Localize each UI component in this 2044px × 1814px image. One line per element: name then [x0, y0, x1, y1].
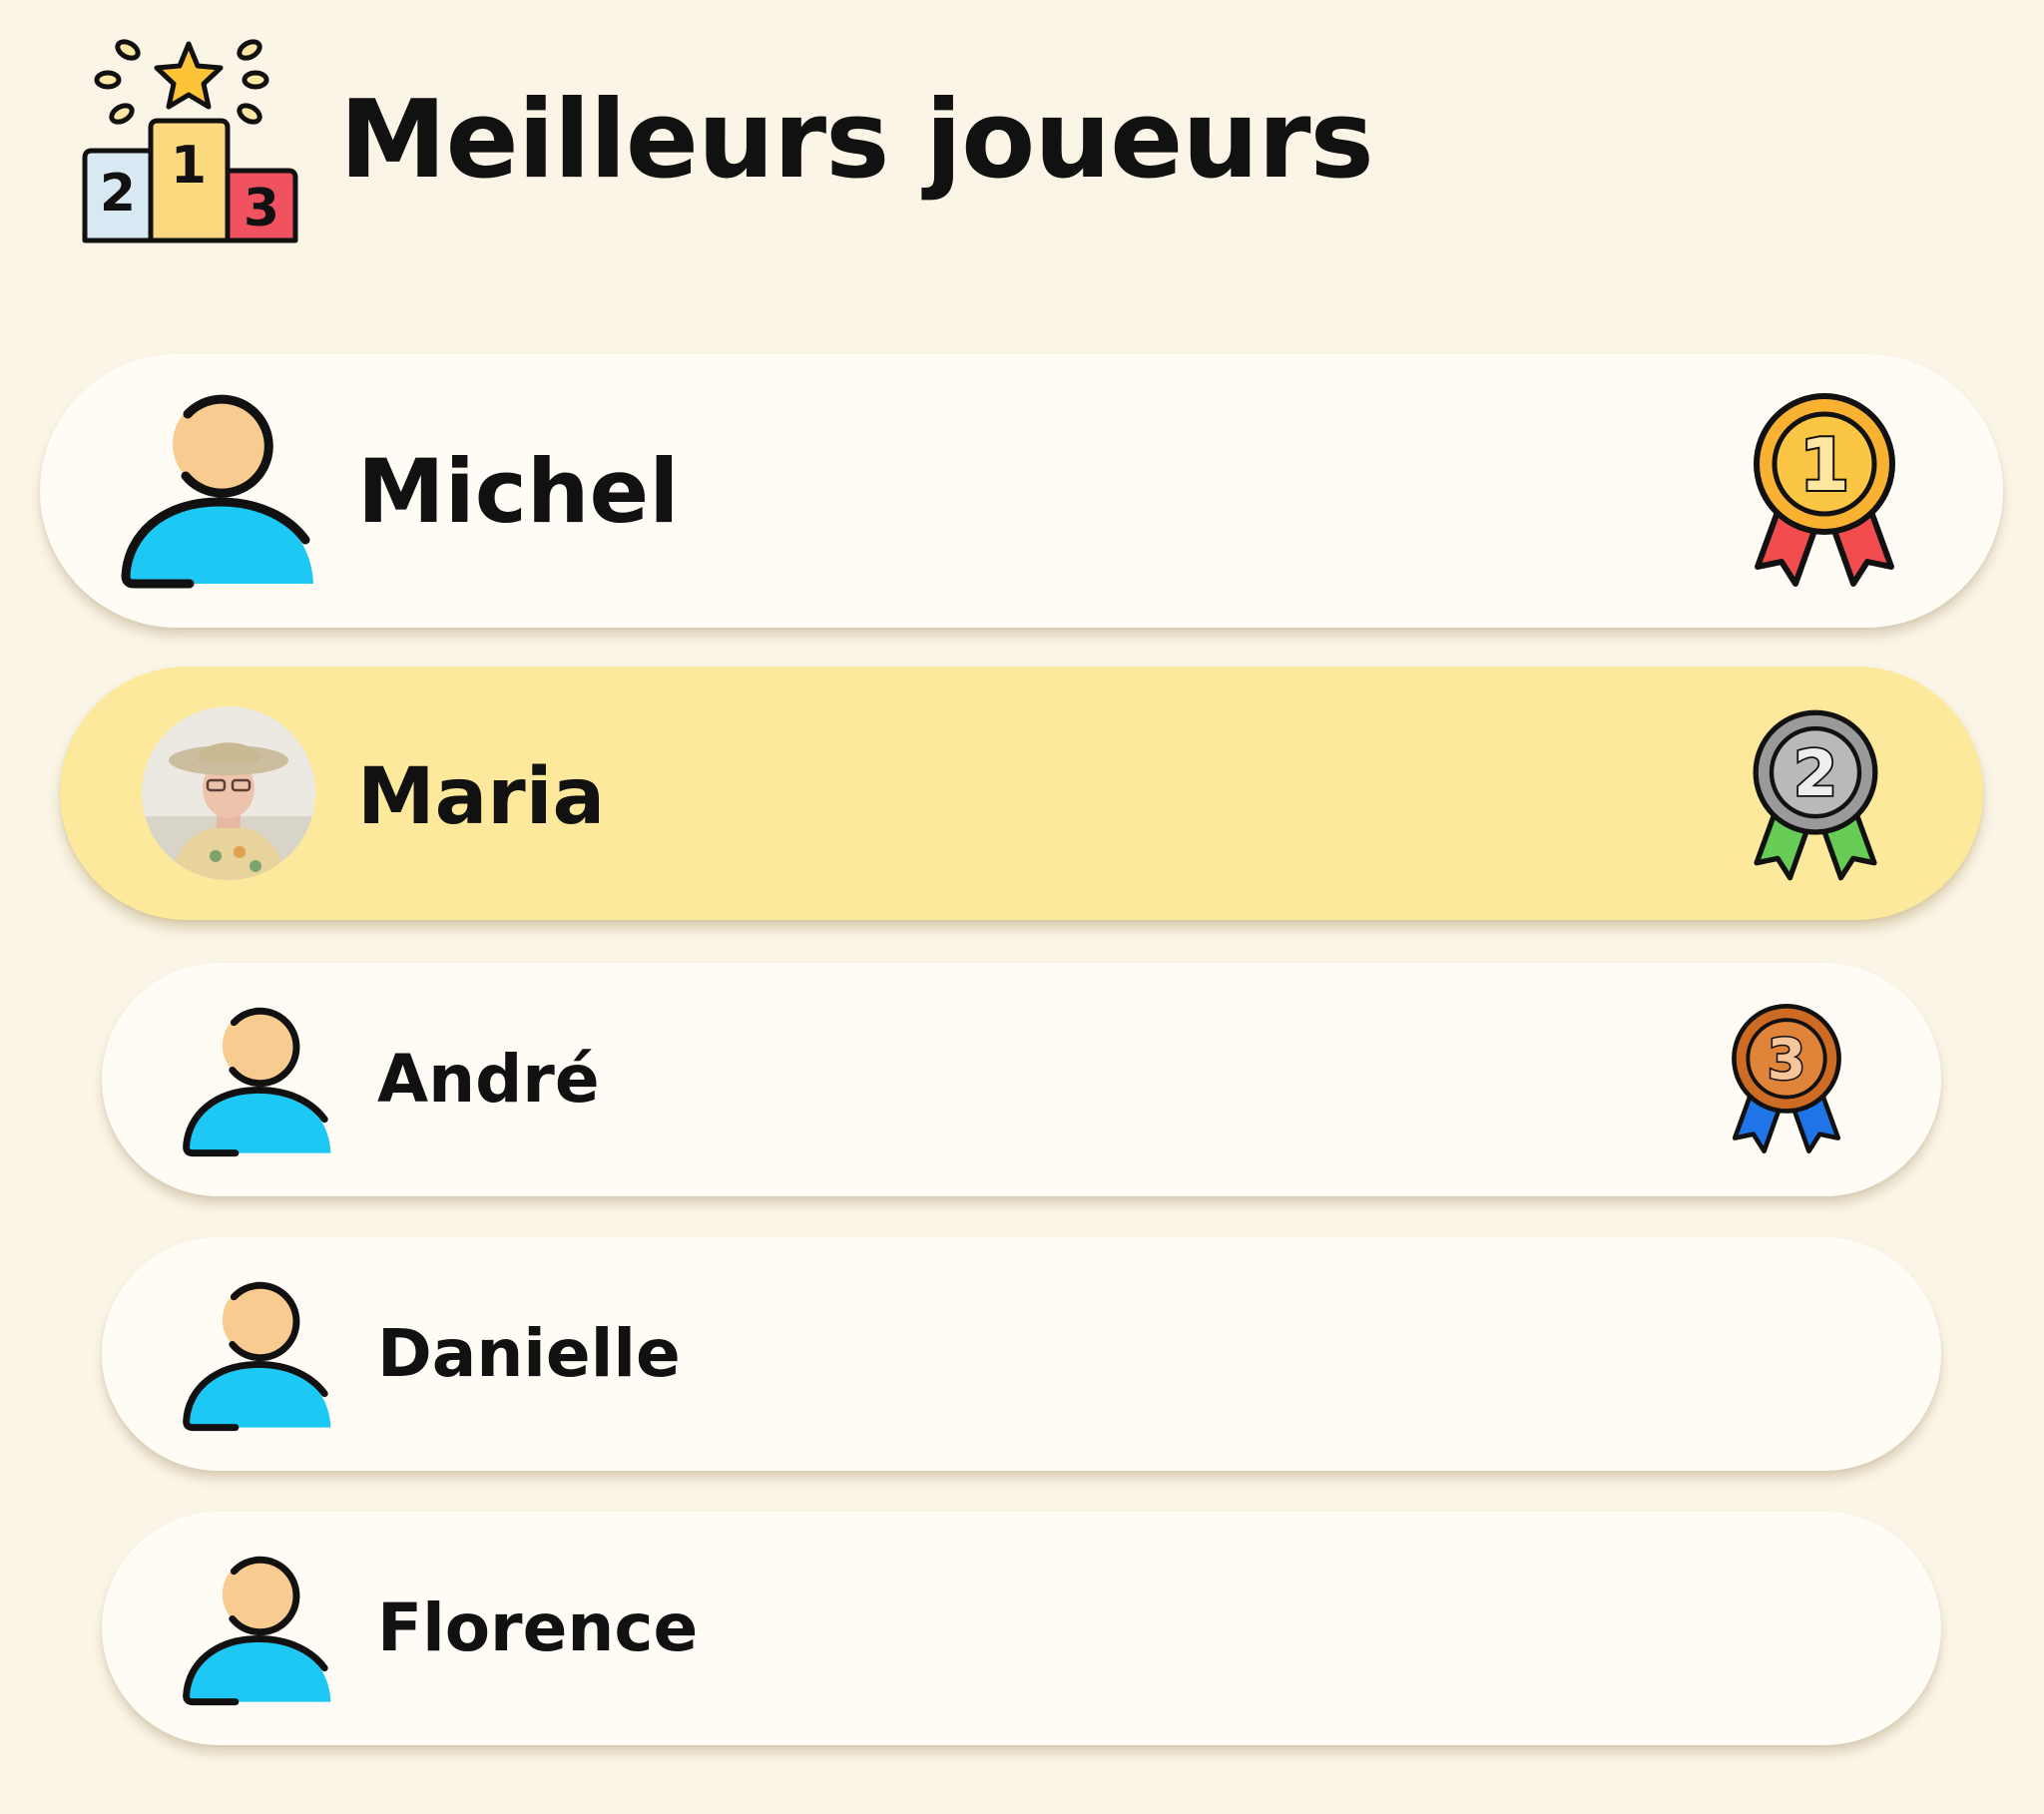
page-header: 2 1 3 Meilleurs joueurs — [78, 36, 1395, 245]
podium-number-3: 3 — [244, 179, 279, 238]
player-name: Maria — [357, 752, 606, 842]
silver-medal-icon: 2 — [1753, 709, 1878, 881]
gold-medal-icon: 1 — [1754, 393, 1895, 587]
podium-number-2: 2 — [100, 164, 136, 224]
podium-number-1: 1 — [171, 136, 207, 196]
podium-icon: 2 1 3 — [82, 39, 298, 243]
medal-number: 2 — [1793, 736, 1837, 810]
player-card-danielle[interactable]: Danielle — [102, 1237, 1941, 1471]
bronze-medal-icon: 3 — [1732, 1003, 1841, 1154]
player-name: Danielle — [377, 1315, 681, 1392]
user-avatar-icon — [183, 1281, 331, 1432]
player-card-andre[interactable]: André 3 — [102, 963, 1941, 1196]
medal-number: 3 — [1768, 1028, 1806, 1093]
user-avatar-icon — [183, 1007, 331, 1157]
user-avatar-icon — [121, 394, 314, 589]
user-avatar-icon — [183, 1556, 331, 1706]
profile-photo-avatar — [142, 706, 315, 880]
medal-number: 1 — [1799, 423, 1849, 507]
player-name: André — [377, 1041, 600, 1118]
player-name: Michel — [357, 440, 680, 543]
player-card-florence[interactable]: Florence — [102, 1512, 1941, 1745]
player-card-michel[interactable]: Michel 1 — [40, 354, 2003, 628]
player-card-maria[interactable]: Maria 2 — [60, 667, 1983, 920]
page-title: Meilleurs joueurs — [339, 78, 1374, 203]
player-name: Florence — [377, 1589, 699, 1666]
